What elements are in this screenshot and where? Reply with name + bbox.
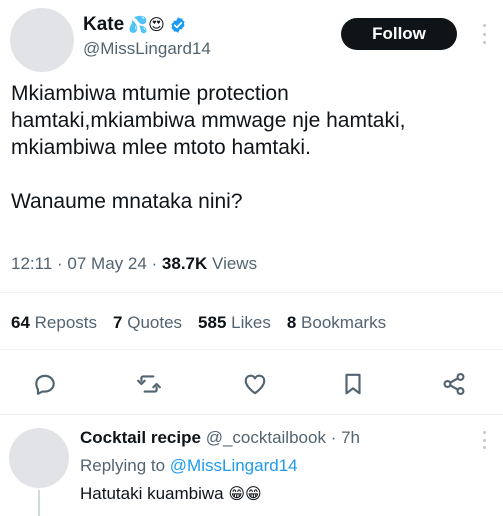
reply-more-options-icon[interactable] [472, 431, 496, 449]
dot [482, 41, 486, 44]
reposts-stat[interactable]: 64 Reposts [11, 313, 97, 333]
follow-button[interactable]: Follow [341, 18, 457, 50]
author-emojis: 💦😍 [128, 15, 165, 34]
repost-icon[interactable] [131, 366, 167, 402]
reply-separator: · [330, 428, 342, 447]
dot [482, 431, 486, 434]
author-name-row: Kate 💦😍 [83, 14, 187, 36]
meta-separator: · [57, 254, 68, 273]
views-label: Views [212, 254, 258, 273]
replying-to-link[interactable]: @MissLingard14 [170, 456, 298, 475]
dot [482, 446, 486, 449]
tweet-text: Mkiambiwa mtumie protection hamtaki,mkia… [11, 80, 499, 215]
bookmark-icon[interactable] [335, 366, 371, 402]
share-icon[interactable] [436, 366, 472, 402]
reply-author-name[interactable]: Cocktail recipe [80, 428, 201, 447]
like-icon[interactable] [237, 366, 273, 402]
quotes-stat[interactable]: 7 Quotes [113, 313, 182, 333]
dot [482, 32, 486, 36]
action-bar [0, 366, 503, 402]
reply-time[interactable]: 7h [341, 428, 360, 447]
thread-line [38, 490, 40, 516]
reply-emojis: 😁😁 [228, 484, 262, 503]
author-avatar[interactable] [10, 8, 74, 72]
tweet-time[interactable]: 12:11 [11, 254, 52, 273]
replying-prefix: Replying to [80, 456, 166, 475]
dot [482, 24, 486, 27]
divider [0, 292, 503, 293]
reply-avatar[interactable] [9, 428, 69, 488]
meta-separator: · [151, 254, 162, 273]
bookmarks-stat[interactable]: 8 Bookmarks [287, 313, 386, 333]
reply-icon[interactable] [27, 366, 63, 402]
replying-to: Replying to @MissLingard14 [80, 456, 298, 476]
tweet-date[interactable]: 07 May 24 [67, 254, 146, 273]
divider [0, 349, 503, 350]
reply-author-handle[interactable]: @_cocktailbook [206, 428, 326, 447]
reply-header: Cocktail recipe @_cocktailbook · 7h [80, 428, 360, 448]
tweet-paragraph-2: Wanaume mnataka nini? [11, 190, 243, 213]
author-name[interactable]: Kate [83, 14, 124, 36]
author-handle[interactable]: @MissLingard14 [83, 39, 211, 59]
verified-badge-icon [171, 17, 185, 33]
tweet-meta: 12:11 · 07 May 24 · 38.7K Views [11, 254, 257, 274]
more-options-icon[interactable] [472, 24, 496, 44]
reply-body: Hatutaki kuambiwa [80, 484, 224, 503]
tweet-paragraph-1: Mkiambiwa mtumie protection hamtaki,mkia… [11, 82, 406, 159]
tweet-stats: 64 Reposts 7 Quotes 585 Likes 8 Bookmark… [11, 313, 386, 333]
reply-text: Hatutaki kuambiwa 😁😁 [80, 484, 262, 504]
views-count: 38.7K [161, 254, 208, 273]
dot [482, 438, 486, 442]
likes-stat[interactable]: 585 Likes [198, 313, 271, 333]
divider [0, 414, 503, 415]
